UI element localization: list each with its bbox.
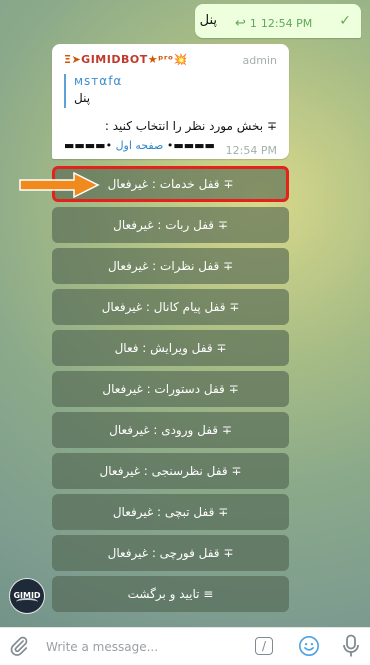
message-input[interactable] (44, 634, 248, 660)
chat-area: پنل ↩ 1 12:54 PM ✓ Ξ➤GIMIDBOT★ᵖʳᵒ💥 admin… (0, 0, 370, 627)
emoji-icon[interactable] (298, 635, 320, 657)
keyboard-button-forchi-lock[interactable]: ∓ قفل فورچی : غیرفعال (52, 535, 289, 571)
keyboard-button-bot-lock[interactable]: ∓ قفل ربات : غیرفعال (52, 207, 289, 243)
keyboard-button-edit-lock[interactable]: ∓ قفل ویرایش : فعال (52, 330, 289, 366)
sender-label: GIMIDBOT (81, 53, 148, 66)
bot-command-icon[interactable]: / (255, 637, 273, 655)
outgoing-meta: ↩ 1 12:54 PM (235, 16, 312, 31)
composer-bar: / (0, 627, 370, 665)
keyboard-button-poll-lock[interactable]: ∓ قفل نظرسنجی : غیرفعال (52, 453, 289, 489)
message-text: ∓ بخش مورد نظر را انتخاب کنید : (104, 119, 277, 133)
outgoing-text: پنل (199, 13, 217, 28)
incoming-message[interactable]: Ξ➤GIMIDBOT★ᵖʳᵒ💥 admin ᴍѕтαfα پنل ∓ بخش م… (52, 44, 289, 159)
attach-icon[interactable] (8, 635, 30, 657)
keyboard-button-tabchi-lock[interactable]: ∓ قفل تبچی : غیرفعال (52, 494, 289, 530)
outgoing-time: 12:54 PM (260, 17, 313, 30)
checkmark-icon: ✓ (339, 13, 351, 29)
reply-arrow-icon: ↩ (235, 16, 246, 31)
sender-prefix: Ξ➤ (64, 53, 82, 66)
reply-quote[interactable]: ᴍѕтαfα پنل (64, 74, 274, 108)
link-suffix: •▬▬▬▬ (166, 139, 216, 152)
keyboard-button-channel-message-lock[interactable]: ∓ قفل پیام کانال : غیرفعال (52, 289, 289, 325)
link-prefix: ▬▬▬▬• (64, 139, 113, 152)
quote-name: ᴍѕтαfα (74, 74, 123, 88)
avatar-ring (16, 597, 38, 606)
keyboard-button-join-lock[interactable]: ∓ قفل ورودی : غیرفعال (52, 412, 289, 448)
sender-name[interactable]: Ξ➤GIMIDBOT★ᵖʳᵒ💥 (64, 53, 188, 66)
avatar[interactable]: GIMID (9, 578, 45, 614)
microphone-icon[interactable] (342, 634, 360, 658)
incoming-time: 12:54 PM (225, 144, 277, 157)
keyboard-button-commands-lock[interactable]: ∓ قفل دستورات : غیرفعال (52, 371, 289, 407)
keyboard-button-comments-lock[interactable]: ∓ قفل نظرات : غیرفعال (52, 248, 289, 284)
outgoing-message[interactable]: پنل ↩ 1 12:54 PM ✓ (195, 4, 361, 38)
admin-tag: admin (242, 54, 277, 67)
first-page-link[interactable]: ▬▬▬▬• صفحه اول •▬▬▬▬ (64, 139, 216, 152)
quote-text: پنل (74, 91, 91, 105)
sender-suffix: ★ᵖʳᵒ💥 (147, 53, 188, 66)
highlight-arrow-icon (19, 172, 100, 198)
link-label[interactable]: صفحه اول (116, 139, 164, 152)
keyboard-button-confirm-back[interactable]: ≡ تایید و برگشت (52, 576, 289, 612)
reply-count: 1 (249, 17, 257, 30)
